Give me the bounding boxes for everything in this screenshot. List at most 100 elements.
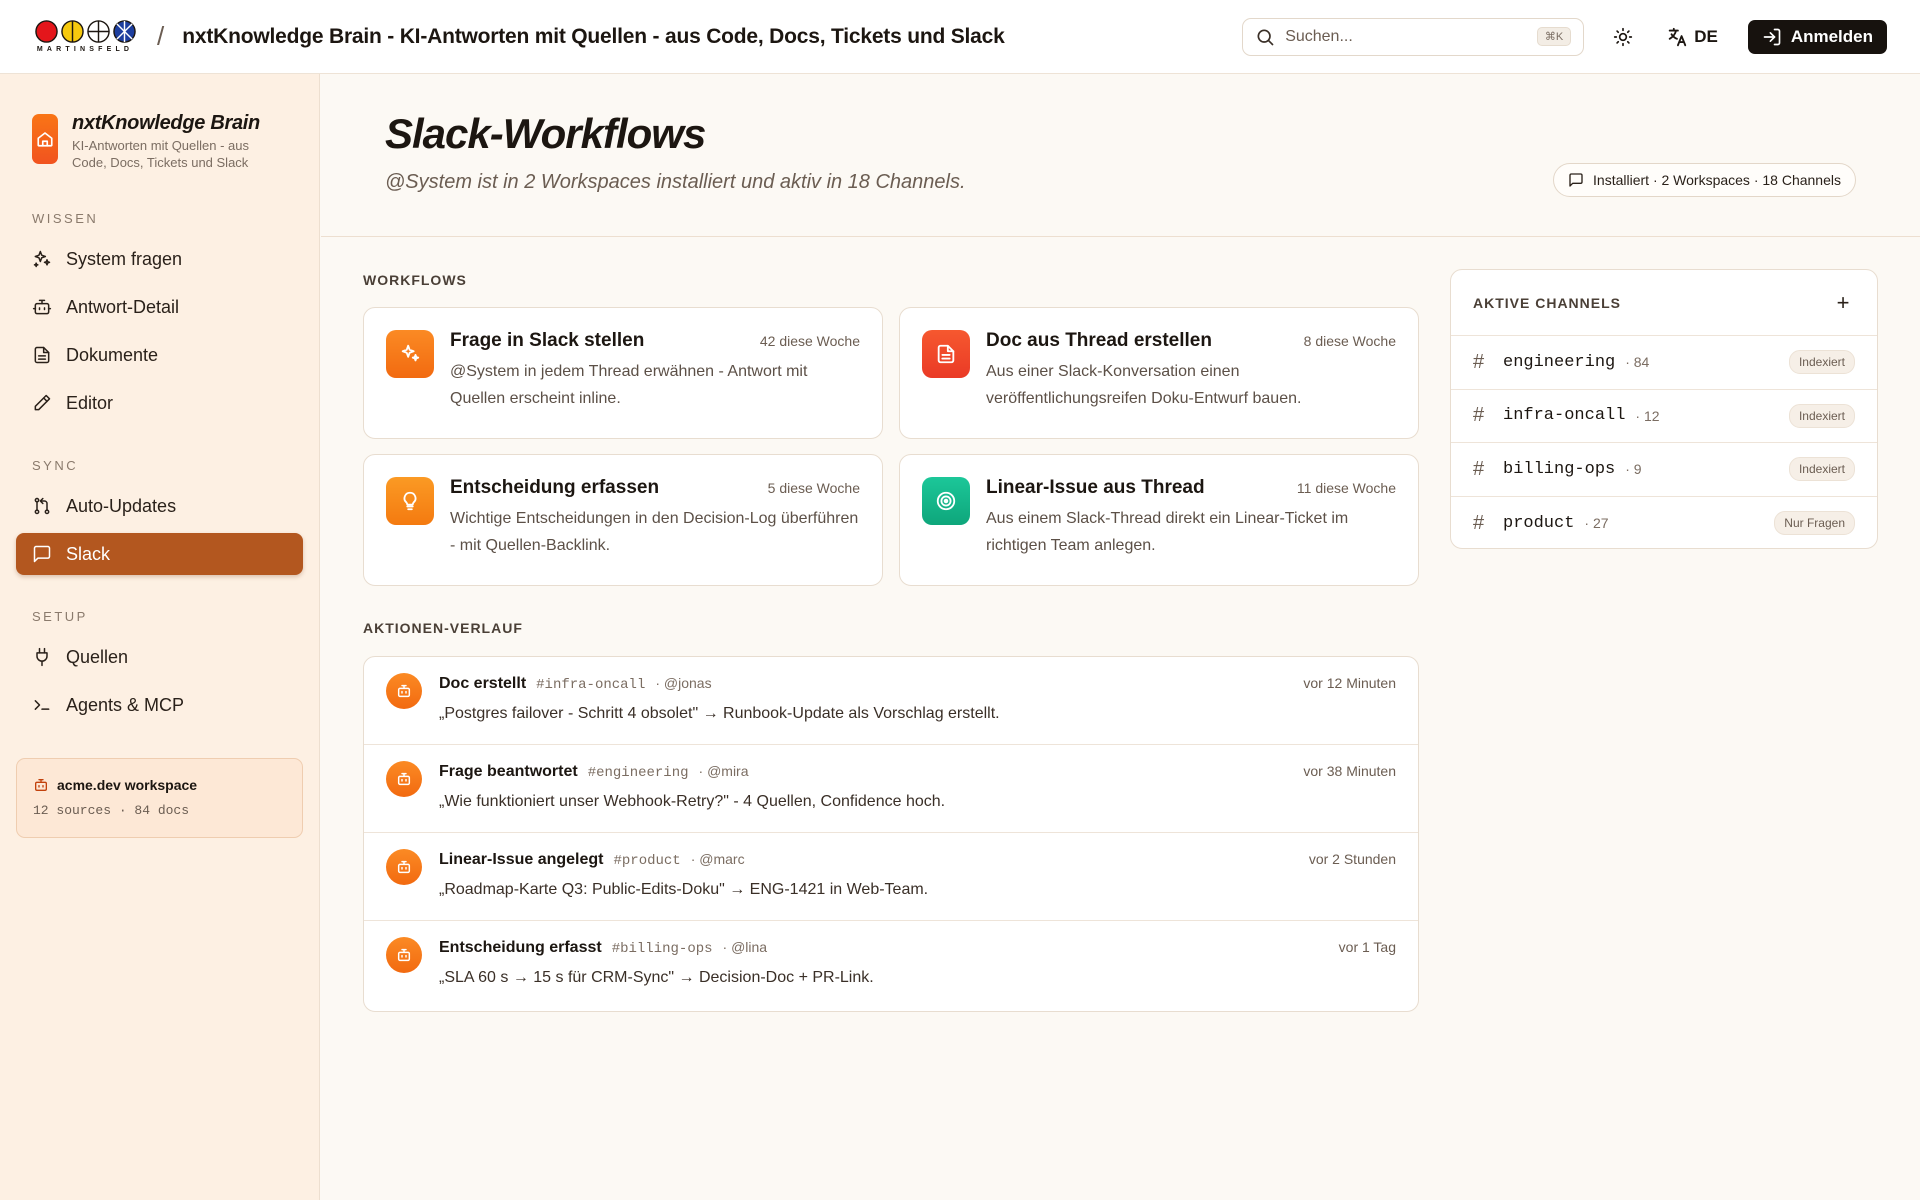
search-input[interactable] <box>1285 27 1537 46</box>
channel-row[interactable]: # infra-oncall · 12 Indexiert <box>1451 390 1877 443</box>
sidebar-item-antwort-detail[interactable]: Antwort-Detail <box>16 286 303 328</box>
workflow-card-entscheidung-erfassen[interactable]: Entscheidung erfassen 5 diese Woche Wich… <box>363 454 883 586</box>
workflow-count: 11 diese Woche <box>1296 480 1396 496</box>
bot-icon <box>35 779 47 791</box>
workflow-card-header: Linear-Issue aus Thread 11 diese Woche <box>986 477 1396 499</box>
nav-section-setup: SETUP <box>32 609 88 624</box>
sidebar-item-label: Dokumente <box>66 344 159 365</box>
sun-icon <box>1614 27 1633 46</box>
hash-icon: # <box>1473 457 1485 480</box>
list-item[interactable]: Linear-Issue angelegt #product · @marc v… <box>364 833 1418 921</box>
git-pull-icon <box>34 497 50 515</box>
breadcrumb-separator: / <box>157 21 165 51</box>
bot-icon <box>397 772 411 786</box>
channel-count: · 27 <box>1584 515 1609 532</box>
workflow-count: 5 diese Woche <box>767 480 860 496</box>
workspace-title: acme.dev workspace <box>33 777 286 793</box>
sidebar-item-label: Editor <box>66 392 114 413</box>
page-title: Slack-Workflows <box>385 110 706 157</box>
list-item[interactable]: Doc erstellt #infra-oncall · @jonas vor … <box>364 657 1418 745</box>
login-label: Anmelden <box>1790 26 1873 46</box>
channel-name: engineering <box>1503 352 1616 372</box>
language-button[interactable]: DE <box>1666 26 1718 48</box>
workspace-name: acme.dev workspace <box>57 777 198 793</box>
translate-icon <box>1668 27 1687 46</box>
sidebar-item-dokumente[interactable]: Dokumente <box>16 334 303 376</box>
page-subtitle: @System ist in 2 Workspaces installiert … <box>385 171 966 193</box>
history-item-icon <box>386 937 422 973</box>
brand[interactable]: nxtKnowledge Brain KI-Antworten mit Quel… <box>16 112 303 171</box>
logo-wordmark: MARTINSFELD <box>36 46 134 53</box>
action-history-list: Doc erstellt #infra-oncall · @jonas vor … <box>363 656 1419 1012</box>
search-icon <box>1257 29 1274 45</box>
workflow-title: Frage in Slack stellen <box>450 330 645 351</box>
sidebar-item-label: Agents & MCP <box>66 694 185 715</box>
sidebar-item-editor[interactable]: Editor <box>16 382 303 424</box>
app-title: nxtKnowledge Brain - KI-Antworten mit Qu… <box>182 24 1005 48</box>
login-button[interactable]: Anmelden <box>1747 19 1887 54</box>
brand-subtitle: KI-Antworten mit Quellen - aus Code, Doc… <box>72 138 250 170</box>
list-item[interactable]: Entscheidung erfasst #billing-ops · @lin… <box>364 921 1418 1009</box>
history-item-user: · @jonas <box>655 675 712 691</box>
workflow-title: Linear-Issue aus Thread <box>986 477 1205 498</box>
sidebar-item-agents-mcp[interactable]: Agents & MCP <box>16 684 303 726</box>
workflow-card-header: Entscheidung erfassen 5 diese Woche <box>450 477 860 499</box>
logo-red-circle-icon <box>34 20 58 43</box>
history-item-header: Entscheidung erfasst #billing-ops · @lin… <box>439 939 1396 957</box>
history-item-channel[interactable]: #billing-ops <box>612 941 713 957</box>
channel-row[interactable]: # product · 27 Nur Fragen <box>1451 497 1877 549</box>
channel-row[interactable]: # engineering · 84 Indexiert <box>1451 336 1877 390</box>
pencil-icon <box>34 394 51 411</box>
message-square-icon <box>1569 173 1583 187</box>
workflow-card-frage-stellen[interactable]: Frage in Slack stellen 42 diese Woche @S… <box>363 307 883 439</box>
workflow-description: @System in jedem Thread erwähnen - Antwo… <box>450 363 808 407</box>
history-item-channel[interactable]: #infra-oncall <box>536 677 645 693</box>
workflow-icon <box>386 477 434 525</box>
workflow-card-header: Doc aus Thread erstellen 8 diese Woche <box>986 330 1396 352</box>
status-badge: Nur Fragen <box>1774 511 1855 536</box>
bot-icon <box>397 948 411 962</box>
workflow-card-doc-aus-thread[interactable]: Doc aus Thread erstellen 8 diese Woche A… <box>899 307 1419 439</box>
history-item-user: · @lina <box>722 939 768 955</box>
workflow-card-linear-issue[interactable]: Linear-Issue aus Thread 11 diese Woche A… <box>899 454 1419 586</box>
bot-icon <box>397 684 411 698</box>
sidebar-item-quellen[interactable]: Quellen <box>16 636 303 678</box>
workflow-card-header: Frage in Slack stellen 42 diese Woche <box>450 330 860 352</box>
workflow-icon <box>922 477 970 525</box>
history-item-channel[interactable]: #engineering <box>588 765 689 781</box>
add-channel-button[interactable]: + <box>1831 290 1855 316</box>
channel-row[interactable]: # billing-ops · 9 Indexiert <box>1451 443 1877 497</box>
status-badge: Indexiert <box>1788 350 1855 375</box>
theme-toggle-button[interactable] <box>1606 20 1640 54</box>
status-badge: Indexiert <box>1788 457 1855 482</box>
list-item[interactable]: Frage beantwortet #engineering · @mira v… <box>364 745 1418 833</box>
brand-logo <box>32 114 58 164</box>
brand-title: nxtKnowledge Brain <box>72 112 260 134</box>
workflow-title: Doc aus Thread erstellen <box>986 330 1212 351</box>
workflow-count: 42 diese Woche <box>759 333 860 349</box>
workflow-count: 8 diese Woche <box>1303 333 1396 349</box>
history-item-text: „Postgres failover - Schritt 4 obsolet" … <box>439 705 1000 722</box>
hash-icon: # <box>1473 511 1485 534</box>
martinsfeld-logo[interactable]: MARTINSFELD <box>33 20 137 53</box>
log-in-icon <box>1763 28 1781 45</box>
sidebar-item-auto-updates[interactable]: Auto-Updates <box>16 485 303 527</box>
history-item-time: vor 1 Tag <box>1338 939 1396 955</box>
active-channels-header: AKTIVE CHANNELS + <box>1451 270 1877 336</box>
sidebar-item-system-fragen[interactable]: System fragen <box>16 238 303 280</box>
workspace-meta: 12 sources · 84 docs <box>33 803 190 818</box>
sidebar-item-slack[interactable]: Slack <box>16 533 303 575</box>
terminal-icon <box>34 700 50 710</box>
history-item-user: · @mira <box>698 763 749 779</box>
sidebar-item-label: Quellen <box>66 646 129 667</box>
message-square-icon <box>33 545 51 563</box>
history-item-title: Linear-Issue angelegt <box>439 851 604 868</box>
workflow-description: Wichtige Entscheidungen in den Decision-… <box>450 510 859 554</box>
history-item-header: Doc erstellt #infra-oncall · @jonas vor … <box>439 675 1396 693</box>
search-box[interactable]: ⌘K <box>1242 17 1585 56</box>
top-actions: ⌘K DE Anmelden <box>1242 17 1887 56</box>
hash-icon: # <box>1473 404 1485 427</box>
history-item-channel[interactable]: #product <box>614 853 681 869</box>
workspace-card[interactable]: acme.dev workspace 12 sources · 84 docs <box>16 758 303 838</box>
workflow-description: Aus einem Slack-Thread direkt ein Linear… <box>986 510 1349 554</box>
